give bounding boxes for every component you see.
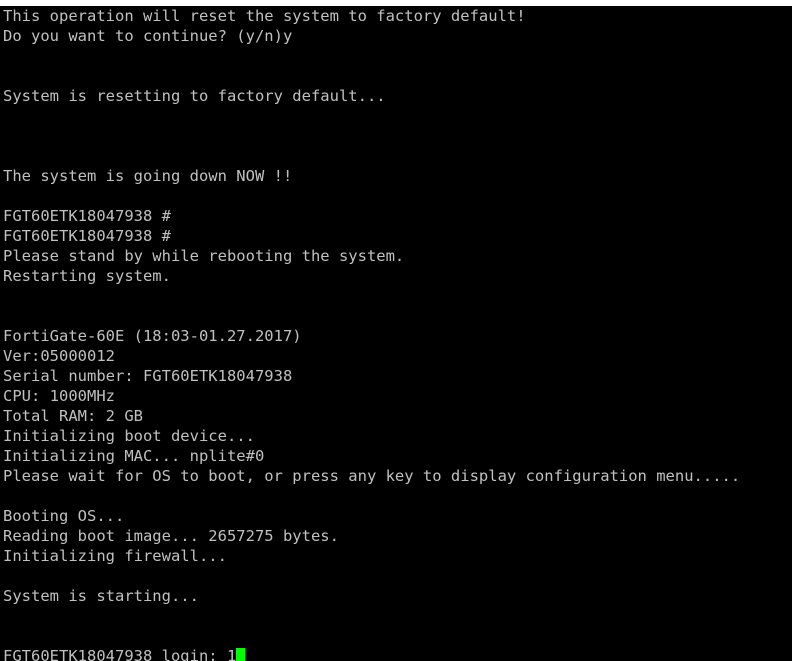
terminal-line: Initializing firewall...: [3, 547, 227, 565]
terminal-line: FGT60ETK18047938 #: [3, 207, 171, 225]
terminal-line: The system is going down NOW !!: [3, 167, 293, 185]
terminal-line: Serial number: FGT60ETK18047938: [3, 367, 293, 385]
terminal-line: System is starting...: [3, 587, 199, 605]
terminal-line: Restarting system.: [3, 267, 171, 285]
terminal-line: This operation will reset the system to …: [3, 7, 526, 25]
terminal-line: System is resetting to factory default..…: [3, 87, 386, 105]
terminal-line: Booting OS...: [3, 507, 125, 525]
terminal-line: Initializing MAC... nplite#0: [3, 447, 265, 465]
terminal-line: Please wait for OS to boot, or press any…: [3, 467, 741, 485]
terminal-line: Initializing boot device...: [3, 427, 255, 445]
terminal-line: CPU: 1000MHz: [3, 387, 115, 405]
terminal-line: FortiGate-60E (18:03-01.27.2017): [3, 327, 302, 345]
login-prompt-text: FGT60ETK18047938 login: 1: [3, 647, 237, 661]
login-prompt-line[interactable]: FGT60ETK18047938 login: 1: [3, 646, 740, 661]
terminal-line: Total RAM: 2 GB: [3, 407, 143, 425]
terminal-line: FGT60ETK18047938 #: [3, 227, 171, 245]
terminal-line: Ver:05000012: [3, 347, 115, 365]
terminal-line: Reading boot image... 2657275 bytes.: [3, 527, 339, 545]
text-cursor: [236, 648, 246, 661]
terminal-line: Do you want to continue? (y/n)y: [3, 27, 293, 45]
terminal-line: Please stand by while rebooting the syst…: [3, 247, 405, 265]
terminal-window[interactable]: This operation will reset the system to …: [0, 6, 792, 661]
terminal-output: This operation will reset the system to …: [3, 6, 740, 661]
